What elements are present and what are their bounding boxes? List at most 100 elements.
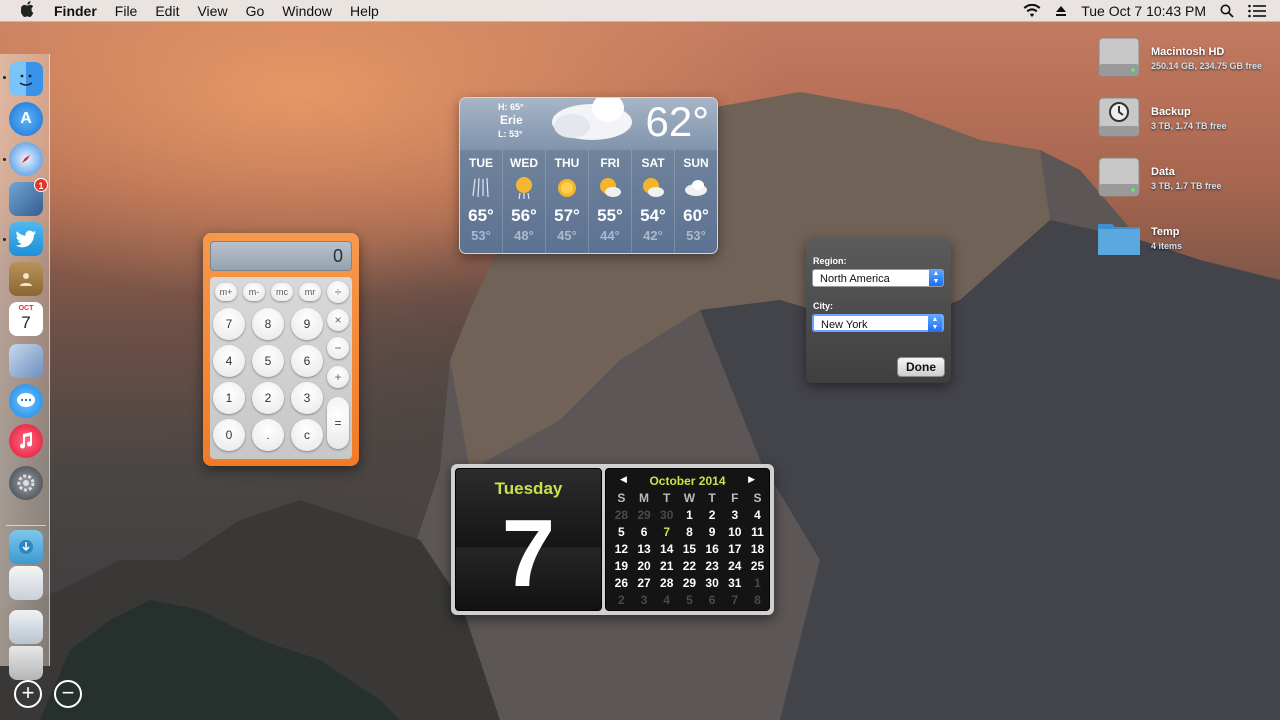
- calculator-widget[interactable]: 0 m+ m- mc mr ÷ 7 8 9 × 4 5 6 − 1 2 3 + …: [203, 233, 359, 466]
- forecast-day: WED 56° 48°: [502, 150, 545, 253]
- dock-system-preferences-icon[interactable]: [9, 466, 43, 500]
- key-4-button[interactable]: 4: [213, 345, 245, 377]
- dock-safari-icon[interactable]: [9, 142, 43, 176]
- forecast-low: 53°: [686, 228, 706, 243]
- next-month-icon[interactable]: ▶: [748, 474, 755, 485]
- key-5-button[interactable]: 5: [252, 345, 284, 377]
- remove-widget-button[interactable]: −: [54, 680, 82, 708]
- menu-edit[interactable]: Edit: [155, 3, 179, 19]
- calendar-date: 4: [754, 508, 761, 522]
- dock-calendar-icon[interactable]: OCT 7: [9, 302, 43, 336]
- menu-help[interactable]: Help: [350, 3, 379, 19]
- key-8-button[interactable]: 8: [252, 308, 284, 340]
- menu-go[interactable]: Go: [246, 3, 265, 19]
- decimal-button[interactable]: .: [252, 419, 284, 451]
- calendar-date: 2: [618, 593, 625, 607]
- menu-window[interactable]: Window: [282, 3, 332, 19]
- calendar-date: 8: [686, 525, 693, 539]
- clear-button[interactable]: c: [291, 419, 323, 451]
- city-select[interactable]: New York ▲ ▼: [812, 314, 944, 332]
- add-button[interactable]: +: [327, 366, 349, 388]
- weather-low-label: L: 53°: [498, 129, 523, 139]
- calendar-date: 12: [614, 542, 629, 556]
- desktop-icon-backup[interactable]: Backup 3 TB, 1.74 TB free: [1096, 94, 1276, 150]
- equals-button[interactable]: =: [327, 397, 349, 449]
- calendar-week-row: 26 27 28 29 30 31 1: [610, 575, 769, 592]
- memory-recall-button[interactable]: mr: [299, 283, 321, 301]
- clock-datetime[interactable]: Tue Oct 7 10:43 PM: [1081, 3, 1206, 19]
- memory-subtract-button[interactable]: m-: [243, 283, 265, 301]
- multiply-button[interactable]: ×: [327, 309, 349, 331]
- subtract-button[interactable]: −: [327, 337, 349, 359]
- desktop-icon-data[interactable]: Data 3 TB, 1.7 TB free: [1096, 154, 1276, 210]
- dock-photo-booth-icon[interactable]: [9, 344, 43, 378]
- desktop-icon-info: 3 TB, 1.7 TB free: [1151, 181, 1222, 191]
- weekday-header: T: [708, 491, 716, 505]
- dock-messages-icon[interactable]: [9, 384, 43, 418]
- calendar-date: 19: [614, 559, 629, 573]
- notification-center-icon[interactable]: [1248, 4, 1266, 18]
- dock-preview-icon[interactable]: 1: [9, 178, 48, 216]
- calendar-date: 30: [660, 508, 674, 522]
- key-2-button[interactable]: 2: [252, 382, 284, 414]
- memory-add-button[interactable]: m+: [215, 283, 237, 301]
- desktop-icon-temp[interactable]: Temp 4 items: [1096, 214, 1276, 270]
- dock-app-store-icon[interactable]: A: [9, 102, 43, 136]
- memory-clear-button[interactable]: mc: [271, 283, 293, 301]
- spotlight-search-icon[interactable]: [1220, 4, 1234, 18]
- calendar-date: 24: [728, 559, 742, 573]
- calculator-keypad: m+ m- mc mr ÷ 7 8 9 × 4 5 6 − 1 2 3 + 0 …: [210, 277, 352, 459]
- dock-itunes-icon[interactable]: [9, 424, 43, 458]
- dock-finder-icon[interactable]: [9, 62, 43, 96]
- forecast-day-name: SUN: [683, 156, 709, 170]
- done-button[interactable]: Done: [897, 357, 945, 377]
- weekday-header: S: [753, 491, 762, 505]
- dock-calendar-day: 7: [21, 313, 31, 332]
- calendar-date-today: 7: [663, 525, 671, 539]
- eject-icon[interactable]: [1055, 5, 1067, 17]
- region-label: Region:: [813, 256, 847, 266]
- region-select[interactable]: North America ▲ ▼: [812, 269, 944, 287]
- dock-downloads-folder-icon[interactable]: [9, 530, 43, 564]
- dock-separator: [6, 525, 46, 526]
- weather-forecast: TUE 65° 53° WED 56° 48° THU 57° 45° FRI …: [460, 150, 717, 253]
- menu-bar: Finder File Edit View Go Window Help Tue…: [0, 0, 1280, 22]
- calendar-date: 29: [682, 576, 697, 590]
- calendar-widget[interactable]: Tuesday 7 ◀ October 2014 ▶ S M T W T F S…: [451, 464, 774, 615]
- desktop-icon-label: Backup: [1151, 106, 1191, 118]
- divide-button[interactable]: ÷: [327, 281, 349, 303]
- dock-contacts-icon[interactable]: [9, 262, 43, 296]
- forecast-high: 57°: [554, 206, 580, 225]
- menu-file[interactable]: File: [115, 3, 138, 19]
- key-6-button[interactable]: 6: [291, 345, 323, 377]
- dock-trash-icon[interactable]: [9, 646, 43, 680]
- forecast-day: SUN 60° 53°: [674, 150, 717, 253]
- apple-logo-icon[interactable]: [18, 0, 38, 21]
- wifi-icon[interactable]: [1023, 3, 1041, 18]
- calendar-date: 14: [660, 542, 674, 556]
- add-widget-button[interactable]: +: [14, 680, 42, 708]
- key-3-button[interactable]: 3: [291, 382, 323, 414]
- calendar-date: 17: [728, 542, 742, 556]
- calendar-date: 28: [614, 508, 629, 522]
- folder-icon: [1098, 224, 1140, 255]
- calendar-week-row: 19 20 21 22 23 24 25: [610, 558, 769, 575]
- key-9-button[interactable]: 9: [291, 308, 323, 340]
- calendar-date: 7: [731, 593, 739, 607]
- menu-finder[interactable]: Finder: [54, 3, 97, 19]
- calendar-header-row: S M T W T F S: [610, 490, 769, 507]
- weekday-header: M: [639, 491, 650, 505]
- key-1-button[interactable]: 1: [213, 382, 245, 414]
- menu-view[interactable]: View: [197, 3, 227, 19]
- forecast-high: 56°: [511, 206, 537, 225]
- forecast-day: FRI 55° 44°: [588, 150, 631, 253]
- dock-minimized-window-icon[interactable]: [9, 610, 43, 644]
- desktop-icon-macintosh-hd[interactable]: Macintosh HD 250.14 GB, 234.75 GB free: [1096, 34, 1276, 90]
- dock-twitter-icon[interactable]: [9, 222, 43, 256]
- dock-document-stack-icon[interactable]: [9, 566, 43, 600]
- key-0-button[interactable]: 0: [213, 419, 245, 451]
- forecast-low: 48°: [514, 228, 534, 243]
- weather-widget[interactable]: H: 65° Erie L: 53° 62° TUE 65° 53° WED 5…: [459, 97, 718, 254]
- key-7-button[interactable]: 7: [213, 308, 245, 340]
- calendar-day-panel[interactable]: Tuesday 7: [455, 468, 602, 611]
